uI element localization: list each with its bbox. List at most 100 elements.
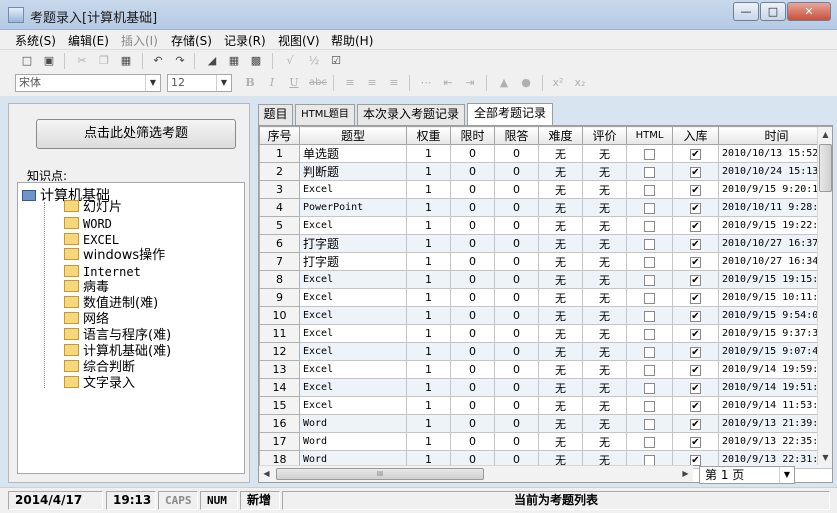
stored-checkbox[interactable]: ✔ bbox=[690, 364, 701, 376]
menu-edit[interactable]: 编辑(E) bbox=[68, 32, 109, 49]
frame-icon[interactable]: ◢ bbox=[204, 53, 220, 69]
stored-checkbox[interactable]: ✔ bbox=[690, 310, 701, 322]
table-row[interactable]: 6 打字题 1 0 0 无无 ✔ 2010/10/27 16:37 bbox=[259, 234, 832, 253]
col-limit-answer[interactable]: 限答 bbox=[494, 126, 539, 145]
html-checkbox[interactable] bbox=[644, 382, 655, 394]
html-checkbox[interactable] bbox=[644, 328, 655, 340]
menu-storage[interactable]: 存储(S) bbox=[171, 32, 212, 49]
table-row[interactable]: 7 打字题 1 0 0 无无 ✔ 2010/10/27 16:34 bbox=[259, 252, 832, 271]
html-checkbox[interactable] bbox=[644, 292, 655, 304]
new-icon[interactable]: □ bbox=[19, 53, 35, 69]
bold-button[interactable]: B bbox=[242, 75, 258, 91]
col-weight[interactable]: 权重 bbox=[406, 126, 451, 145]
col-rating[interactable]: 评价 bbox=[582, 126, 627, 145]
highlight-icon[interactable]: ● bbox=[518, 75, 534, 91]
undo-icon[interactable]: ↶ bbox=[150, 53, 166, 69]
html-checkbox[interactable] bbox=[644, 256, 655, 268]
col-stored[interactable]: 入库 bbox=[672, 126, 719, 145]
subscript-button[interactable]: x₂ bbox=[572, 75, 588, 91]
stored-checkbox[interactable]: ✔ bbox=[690, 256, 701, 268]
col-html[interactable]: HTML bbox=[626, 126, 673, 145]
scroll-left-icon[interactable]: ◀ bbox=[259, 466, 274, 482]
increase-indent-icon[interactable]: ⇥ bbox=[462, 75, 478, 91]
html-checkbox[interactable] bbox=[644, 436, 655, 448]
table-row[interactable]: 8 Excel 1 0 0 无无 ✔ 2010/9/15 19:15: bbox=[259, 270, 832, 289]
col-type[interactable]: 题型 bbox=[299, 126, 407, 145]
align-center-icon[interactable]: ≡ bbox=[364, 75, 380, 91]
save-icon[interactable]: ▣ bbox=[41, 53, 57, 69]
html-checkbox[interactable] bbox=[644, 400, 655, 412]
check-icon[interactable]: ☑ bbox=[328, 53, 344, 69]
col-limit-time[interactable]: 限时 bbox=[450, 126, 495, 145]
strikethrough-button[interactable]: abc bbox=[308, 75, 328, 91]
menu-help[interactable]: 帮助(H) bbox=[331, 32, 373, 49]
align-right-icon[interactable]: ≡ bbox=[386, 75, 402, 91]
stored-checkbox[interactable]: ✔ bbox=[690, 148, 701, 160]
html-checkbox[interactable] bbox=[644, 454, 655, 466]
questions-grid[interactable]: 序号 题型 权重 限时 限答 难度 评价 HTML 入库 时间 1 单选题 1 0 0 无… bbox=[258, 125, 833, 483]
menu-system[interactable]: 系统(S) bbox=[15, 32, 56, 49]
html-checkbox[interactable] bbox=[644, 220, 655, 232]
col-time[interactable]: 时间 bbox=[718, 126, 832, 145]
minimize-button[interactable]: — bbox=[733, 2, 759, 21]
table-row[interactable]: 9 Excel 1 0 0 无无 ✔ 2010/9/15 10:11: bbox=[259, 288, 832, 307]
table-row[interactable]: 14 Excel 1 0 0 无无 ✔ 2010/9/14 19:51: bbox=[259, 378, 832, 397]
stored-checkbox[interactable]: ✔ bbox=[690, 292, 701, 304]
menu-record[interactable]: 记录(R) bbox=[224, 32, 266, 49]
col-difficulty[interactable]: 难度 bbox=[538, 126, 583, 145]
tree-item[interactable]: 综合判断 bbox=[64, 360, 135, 376]
stored-checkbox[interactable]: ✔ bbox=[690, 184, 701, 196]
picture-icon[interactable]: ▩ bbox=[248, 53, 264, 69]
fraction-icon[interactable]: ½ bbox=[306, 53, 322, 69]
tree-item[interactable]: EXCEL bbox=[64, 232, 119, 248]
html-checkbox[interactable] bbox=[644, 166, 655, 178]
html-checkbox[interactable] bbox=[644, 202, 655, 214]
stored-checkbox[interactable]: ✔ bbox=[690, 436, 701, 448]
stored-checkbox[interactable]: ✔ bbox=[690, 418, 701, 430]
decrease-indent-icon[interactable]: ⇤ bbox=[440, 75, 456, 91]
stored-checkbox[interactable]: ✔ bbox=[690, 274, 701, 286]
tab-session-records[interactable]: 本次录入考题记录 bbox=[357, 104, 465, 125]
tree-item[interactable]: 计算机基础(难) bbox=[64, 344, 171, 360]
align-left-icon[interactable]: ≡ bbox=[342, 75, 358, 91]
table-row[interactable]: 4 PowerPoint 1 0 0 无无 ✔ 2010/10/11 9:28: bbox=[259, 198, 832, 217]
html-checkbox[interactable] bbox=[644, 148, 655, 160]
table-row[interactable]: 2 判断题 1 0 0 无无 ✔ 2010/10/24 15:13 bbox=[259, 162, 832, 181]
tree-item[interactable]: 病毒 bbox=[64, 280, 109, 296]
bullet-list-icon[interactable]: ⋯ bbox=[418, 75, 434, 91]
table-row[interactable]: 11 Excel 1 0 0 无无 ✔ 2010/9/15 9:37:3 bbox=[259, 324, 832, 343]
tab-all-records[interactable]: 全部考题记录 bbox=[467, 103, 553, 126]
scroll-down-icon[interactable]: ▼ bbox=[818, 450, 833, 465]
menu-view[interactable]: 视图(V) bbox=[278, 32, 320, 49]
formula-icon[interactable]: √ bbox=[282, 53, 298, 69]
page-select[interactable]: 第 1 页 ▼ bbox=[699, 466, 795, 484]
tree-item[interactable]: 幻灯片 bbox=[64, 200, 122, 216]
table-row[interactable]: 16 Word 1 0 0 无无 ✔ 2010/9/13 21:39: bbox=[259, 414, 832, 433]
superscript-button[interactable]: x² bbox=[550, 75, 566, 91]
paste-icon[interactable]: ▦ bbox=[118, 53, 134, 69]
scroll-thumb[interactable] bbox=[819, 144, 832, 192]
tree-item[interactable]: 文字录入 bbox=[64, 376, 135, 392]
stored-checkbox[interactable]: ✔ bbox=[690, 238, 701, 250]
stored-checkbox[interactable]: ✔ bbox=[690, 220, 701, 232]
html-checkbox[interactable] bbox=[644, 418, 655, 430]
stored-checkbox[interactable]: ✔ bbox=[690, 454, 701, 466]
tab-html-question[interactable]: HTML题目 bbox=[295, 104, 355, 125]
table-row[interactable]: 5 Excel 1 0 0 无无 ✔ 2010/9/15 19:22: bbox=[259, 216, 832, 235]
table-row[interactable]: 3 Excel 1 0 0 无无 ✔ 2010/9/15 9:20:1 bbox=[259, 180, 832, 199]
tree-item[interactable]: 网络 bbox=[64, 312, 109, 328]
horizontal-scrollbar[interactable]: ◀ III ▶ bbox=[259, 465, 693, 482]
html-checkbox[interactable] bbox=[644, 274, 655, 286]
menu-insert[interactable]: 插入(I) bbox=[121, 32, 158, 49]
stored-checkbox[interactable]: ✔ bbox=[690, 400, 701, 412]
tab-question[interactable]: 题目 bbox=[258, 104, 293, 125]
tree-item[interactable]: Internet bbox=[64, 264, 141, 280]
html-checkbox[interactable] bbox=[644, 238, 655, 250]
html-checkbox[interactable] bbox=[644, 346, 655, 358]
tree-item[interactable]: windows操作 bbox=[64, 248, 165, 264]
underline-button[interactable]: U bbox=[286, 75, 302, 91]
table-row[interactable]: 17 Word 1 0 0 无无 ✔ 2010/9/13 22:35: bbox=[259, 432, 832, 451]
filter-questions-button[interactable]: 点击此处筛选考题 bbox=[36, 119, 236, 149]
redo-icon[interactable]: ↷ bbox=[172, 53, 188, 69]
table-row[interactable]: 10 Excel 1 0 0 无无 ✔ 2010/9/15 9:54:0 bbox=[259, 306, 832, 325]
